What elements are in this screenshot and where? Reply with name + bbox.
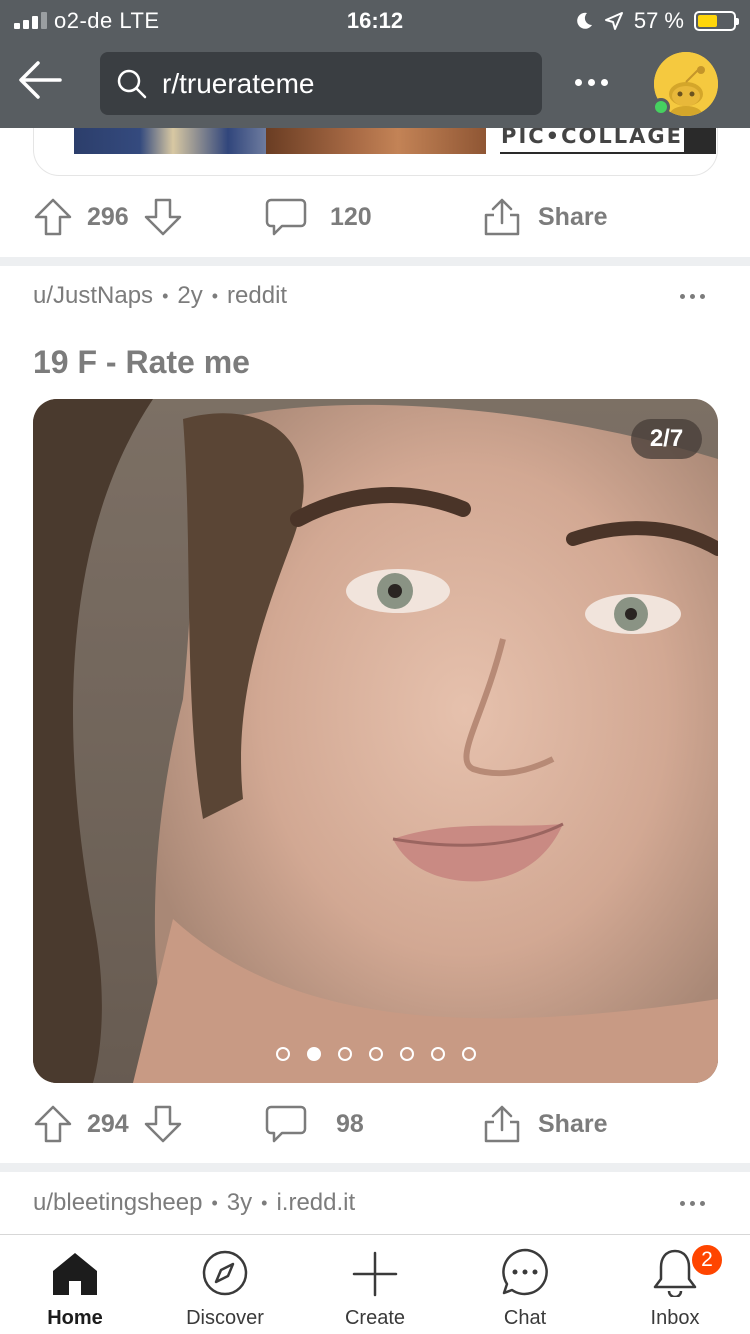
post-author[interactable]: u/JustNaps	[33, 282, 153, 310]
post-divider	[0, 257, 750, 266]
nav-row: r/truerateme	[0, 42, 750, 128]
previous-post-thumbnails[interactable]: PIC•COLLAGE	[33, 128, 718, 176]
post-source: i.redd.it	[276, 1189, 356, 1216]
next-post-meta: u/bleetingsheep • 3y • i.redd.it	[33, 1189, 356, 1217]
comments-button[interactable]: 98	[264, 1089, 378, 1159]
chat-bubble-icon	[500, 1235, 550, 1297]
post-actions: 294 98 Share	[0, 1089, 750, 1159]
battery-icon	[694, 11, 739, 31]
post-title[interactable]: 19 F - Rate me	[33, 344, 250, 381]
gallery-dot[interactable]	[368, 1047, 383, 1061]
more-options-button[interactable]	[566, 62, 616, 102]
post-author[interactable]: u/bleetingsheep	[33, 1189, 202, 1217]
post-divider	[0, 1163, 750, 1172]
back-button[interactable]	[12, 52, 68, 108]
downvote-icon[interactable]	[143, 1104, 183, 1144]
gallery-dot[interactable]	[306, 1047, 321, 1061]
comment-icon	[265, 1105, 307, 1143]
status-bar: o2-de LTE 16:12 57 %	[0, 0, 750, 42]
share-label: Share	[538, 1109, 608, 1138]
vote-count: 294	[87, 1109, 129, 1138]
post-age: 3y	[226, 1189, 253, 1216]
location-arrow-icon	[604, 12, 623, 30]
tab-label: Discover	[186, 1307, 264, 1329]
post-meta: u/JustNaps • 2y • reddit	[33, 282, 288, 310]
share-button[interactable]: Share	[480, 1089, 621, 1159]
post-age: 2y	[177, 282, 203, 309]
share-icon	[484, 1105, 520, 1143]
gallery-dot[interactable]	[275, 1047, 290, 1061]
gallery-dot[interactable]	[399, 1047, 414, 1061]
gallery-dot[interactable]	[337, 1047, 352, 1061]
comments-button[interactable]: 120	[264, 182, 386, 252]
thumbnail-image	[74, 128, 294, 154]
feed: PIC•COLLAGE 296 120 Share u/JustNaps • 2…	[0, 128, 750, 1234]
tab-label: Create	[344, 1307, 406, 1329]
gallery-counter: 2/7	[631, 419, 702, 459]
tab-chat[interactable]: Chat	[450, 1235, 600, 1334]
tab-discover[interactable]: Discover	[150, 1235, 300, 1334]
search-input[interactable]: r/truerateme	[100, 52, 542, 115]
tab-label: Chat	[503, 1307, 547, 1329]
tab-label: Inbox	[650, 1307, 700, 1329]
tab-label: Home	[47, 1307, 103, 1329]
post-options-button[interactable]	[680, 1193, 716, 1213]
vote-group: 294	[33, 1089, 183, 1159]
post-source: reddit	[227, 282, 288, 309]
comment-icon	[265, 198, 307, 236]
home-icon	[51, 1235, 99, 1297]
battery-percent: 57 %	[633, 8, 684, 33]
gallery-photo	[33, 399, 718, 1083]
gallery-dot[interactable]	[430, 1047, 445, 1061]
previous-post-actions: 296 120 Share	[0, 182, 750, 252]
online-status-dot	[652, 98, 670, 116]
search-icon	[116, 68, 148, 100]
tab-home[interactable]: Home	[0, 1235, 150, 1334]
app-header: o2-de LTE 16:12 57 % r/truerateme	[0, 0, 750, 128]
post-image-gallery[interactable]: 2/7	[33, 399, 718, 1083]
vote-count: 296	[87, 202, 129, 231]
comment-count: 98	[336, 1109, 364, 1138]
back-arrow-icon	[19, 61, 62, 99]
tab-create[interactable]: Create	[300, 1235, 450, 1334]
plus-icon	[352, 1235, 398, 1297]
thumbnail-image	[266, 128, 486, 154]
moon-icon	[577, 12, 592, 29]
post-options-button[interactable]	[680, 286, 716, 306]
search-text: r/truerateme	[162, 67, 315, 99]
pic-collage-watermark: PIC•COLLAGE	[500, 128, 684, 152]
gallery-pagination-dots[interactable]	[33, 1047, 718, 1061]
tab-inbox[interactable]: Inbox	[600, 1235, 750, 1334]
downvote-icon[interactable]	[143, 197, 183, 237]
upvote-icon[interactable]	[33, 1104, 73, 1144]
upvote-icon[interactable]	[33, 197, 73, 237]
share-label: Share	[538, 202, 608, 231]
share-icon	[484, 198, 520, 236]
gallery-dot[interactable]	[461, 1047, 476, 1061]
comment-count: 120	[330, 202, 372, 231]
compass-icon	[201, 1235, 249, 1297]
bottom-tab-bar: Home Discover Create Chat Inbox	[0, 1234, 750, 1334]
status-right: 57 %	[574, 8, 739, 34]
inbox-badge: 2	[690, 1243, 724, 1277]
vote-group: 296	[33, 182, 183, 252]
share-button[interactable]: Share	[480, 182, 621, 252]
